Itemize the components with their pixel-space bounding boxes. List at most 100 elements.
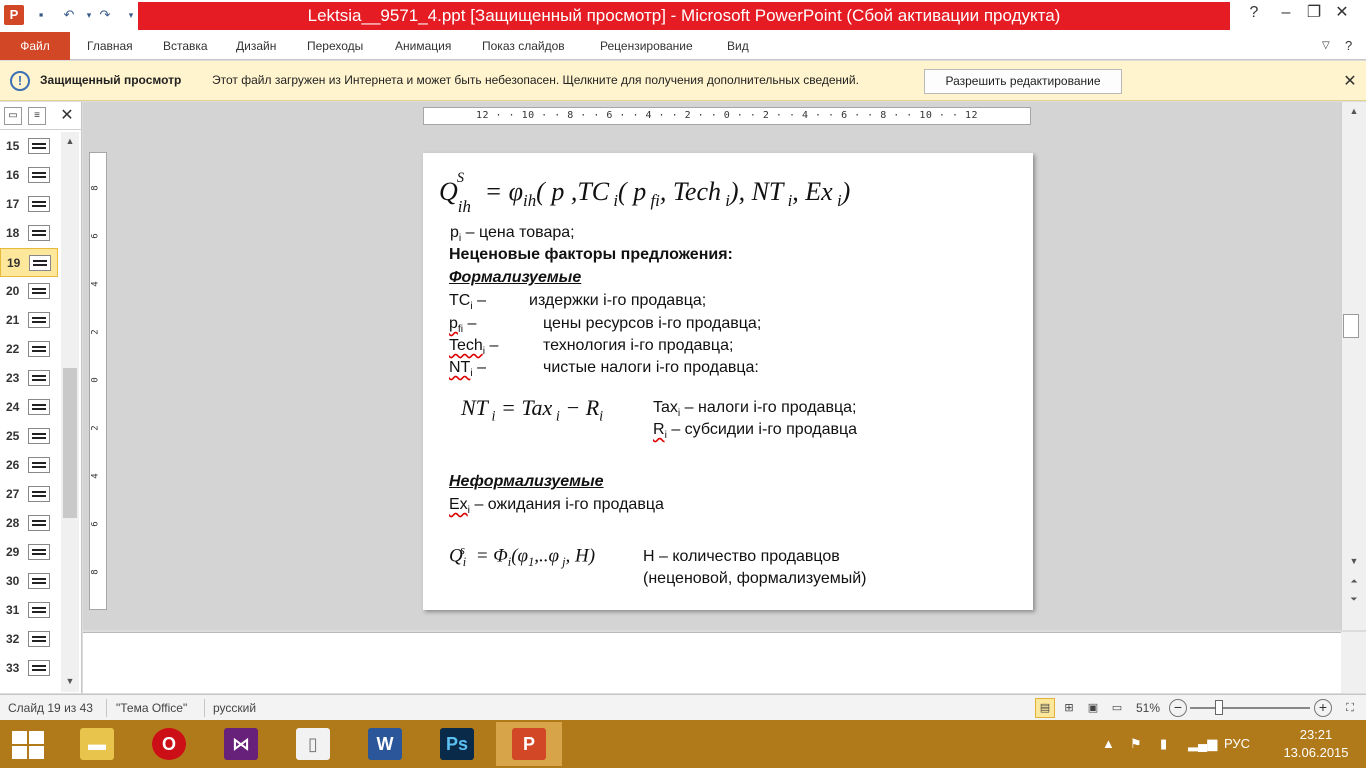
normal-view-icon[interactable]: ▤: [1035, 698, 1055, 718]
tab-design[interactable]: Дизайн: [236, 32, 276, 60]
slide-thumbnail[interactable]: 24: [0, 393, 58, 422]
slide-thumbnail[interactable]: 27: [0, 480, 58, 509]
zoom-slider[interactable]: [1190, 707, 1310, 709]
vertical-ruler-label: 4: [90, 281, 101, 287]
status-divider: [106, 699, 107, 717]
taskbar-photoshop[interactable]: Ps: [424, 722, 490, 766]
close-icon[interactable]: ✕: [56, 106, 78, 126]
slide-thumbnail[interactable]: 33: [0, 654, 58, 683]
redo-icon[interactable]: ↷: [96, 6, 114, 24]
slide-thumbnail-preview: [28, 457, 50, 473]
slide-thumbnail[interactable]: 26: [0, 451, 58, 480]
slide-thumbnail[interactable]: 22: [0, 335, 58, 364]
scroll-up-icon[interactable]: ▲: [63, 136, 77, 150]
thumbnail-scroll-thumb[interactable]: [63, 368, 77, 518]
slide-thumbnail-number: 30: [6, 574, 20, 588]
slide-thumbnail[interactable]: 16: [0, 161, 58, 190]
folder-icon: ▬: [80, 728, 114, 760]
tab-insert[interactable]: Вставка: [163, 32, 208, 60]
slide-thumbnail-number: 31: [6, 603, 20, 617]
slide-thumbnail[interactable]: 18: [0, 219, 58, 248]
slide-thumbnail[interactable]: 15: [0, 132, 58, 161]
notes-pane[interactable]: [83, 632, 1341, 693]
taskbar-word[interactable]: W: [352, 722, 418, 766]
slide-thumbnail[interactable]: 20: [0, 277, 58, 306]
taskbar-document[interactable]: ▯: [280, 722, 346, 766]
nt-formula: NT i = Tax i − Ri: [461, 395, 604, 425]
language-status[interactable]: русский: [213, 701, 256, 715]
notes-scrollbar[interactable]: [1341, 632, 1366, 693]
windows-start-icon[interactable]: [8, 730, 48, 760]
zoom-out-icon[interactable]: −: [1169, 699, 1187, 717]
powerpoint-app-icon[interactable]: P: [4, 5, 24, 25]
slide-thumbnail[interactable]: 28: [0, 509, 58, 538]
start-tile: [29, 731, 44, 744]
vertical-ruler: 8 6 4 2 0 2 4 6 8: [89, 152, 107, 610]
reading-view-icon[interactable]: ▣: [1083, 698, 1103, 718]
slide-thumbnail[interactable]: 30: [0, 567, 58, 596]
slide-thumbnail-preview: [28, 196, 50, 212]
slide-thumbnail[interactable]: 29: [0, 538, 58, 567]
tab-home[interactable]: Главная: [87, 32, 133, 60]
start-tile: [12, 731, 27, 744]
slide-thumbnail-preview: [28, 370, 50, 386]
slide-thumbnail-number: 28: [6, 516, 20, 530]
input-language[interactable]: РУС: [1224, 736, 1250, 751]
slides-panel: ▭ ≡ ✕ 15 16 17 18 19 20 21 22 23 24 25 26 27 28 29 30 31…: [0, 102, 82, 693]
formal-heading: Формализуемые: [449, 269, 582, 286]
slide-thumbnail[interactable]: 25: [0, 422, 58, 451]
help-question-icon[interactable]: ?: [1345, 32, 1352, 60]
scroll-down-icon[interactable]: ▼: [63, 676, 77, 690]
save-icon[interactable]: ▪: [32, 6, 50, 24]
slide-thumbnail[interactable]: 19: [0, 248, 58, 277]
action-center-icon[interactable]: ⚑: [1130, 736, 1142, 752]
ribbon-expand-icon[interactable]: ▽: [1322, 32, 1330, 60]
slides-tab-icon[interactable]: ▭: [4, 107, 22, 125]
slide-thumbnail-number: 29: [6, 545, 20, 559]
close-icon[interactable]: ✕: [1340, 71, 1360, 91]
network-icon[interactable]: ▂▄▆: [1188, 736, 1217, 752]
close-icon[interactable]: ✕: [1320, 0, 1364, 28]
slideshow-icon[interactable]: ▭: [1107, 698, 1127, 718]
taskbar-explorer[interactable]: ▬: [64, 722, 130, 766]
slide-thumbnail[interactable]: 32: [0, 625, 58, 654]
tab-slideshow[interactable]: Показ слайдов: [482, 32, 565, 60]
zoom-level[interactable]: 51%: [1136, 701, 1160, 715]
outline-tab-icon[interactable]: ≡: [28, 107, 46, 125]
tab-review[interactable]: Рецензирование: [600, 32, 693, 60]
taskbar-opera[interactable]: O: [136, 722, 202, 766]
clock[interactable]: 23:21 13.06.2015: [1270, 726, 1362, 762]
taskbar-powerpoint[interactable]: P: [496, 722, 562, 766]
theme-name[interactable]: "Тема Office": [116, 701, 187, 715]
protected-view-message[interactable]: Этот файл загружен из Интернета и может …: [212, 73, 859, 87]
fit-to-window-icon[interactable]: ⛶: [1340, 698, 1360, 718]
slide-vertical-scrollbar[interactable]: [1341, 102, 1366, 630]
slides-panel-header: ▭ ≡ ✕: [0, 102, 82, 130]
enable-editing-button[interactable]: Разрешить редактирование: [924, 69, 1122, 94]
tab-animation[interactable]: Анимация: [395, 32, 451, 60]
tab-file[interactable]: Файл: [0, 32, 70, 60]
zoom-slider-handle[interactable]: [1215, 700, 1223, 715]
vertical-ruler-label: 2: [90, 425, 101, 431]
slide-thumbnail[interactable]: 31: [0, 596, 58, 625]
slide-thumbnail[interactable]: 17: [0, 190, 58, 219]
vertical-scroll-thumb[interactable]: [1343, 314, 1359, 338]
slide-thumbnail[interactable]: 21: [0, 306, 58, 335]
slide-canvas[interactable]: QihS = φih( p ,TC i( p fi, Tech i), NT i…: [423, 153, 1033, 610]
tab-view[interactable]: Вид: [727, 32, 749, 60]
slide-sorter-icon[interactable]: ⊞: [1059, 698, 1079, 718]
slide-thumbnail[interactable]: 23: [0, 364, 58, 393]
next-slide-icon[interactable]: ⏷: [1347, 594, 1361, 608]
scroll-up-icon[interactable]: ▲: [1347, 106, 1361, 120]
slide-thumbnail-number: 15: [6, 139, 20, 153]
taskbar-visual-studio[interactable]: ⋈: [208, 722, 274, 766]
scroll-down-icon[interactable]: ▼: [1347, 556, 1361, 570]
undo-icon[interactable]: ↶: [60, 6, 78, 24]
vertical-ruler-label: 8: [90, 569, 101, 575]
zoom-in-icon[interactable]: +: [1314, 699, 1332, 717]
power-icon[interactable]: ▮: [1160, 736, 1167, 752]
previous-slide-icon[interactable]: ⏶: [1347, 576, 1361, 590]
slide-thumbnail-number: 20: [6, 284, 20, 298]
tab-transitions[interactable]: Переходы: [307, 32, 363, 60]
tray-expand-icon[interactable]: ▲: [1102, 736, 1115, 751]
